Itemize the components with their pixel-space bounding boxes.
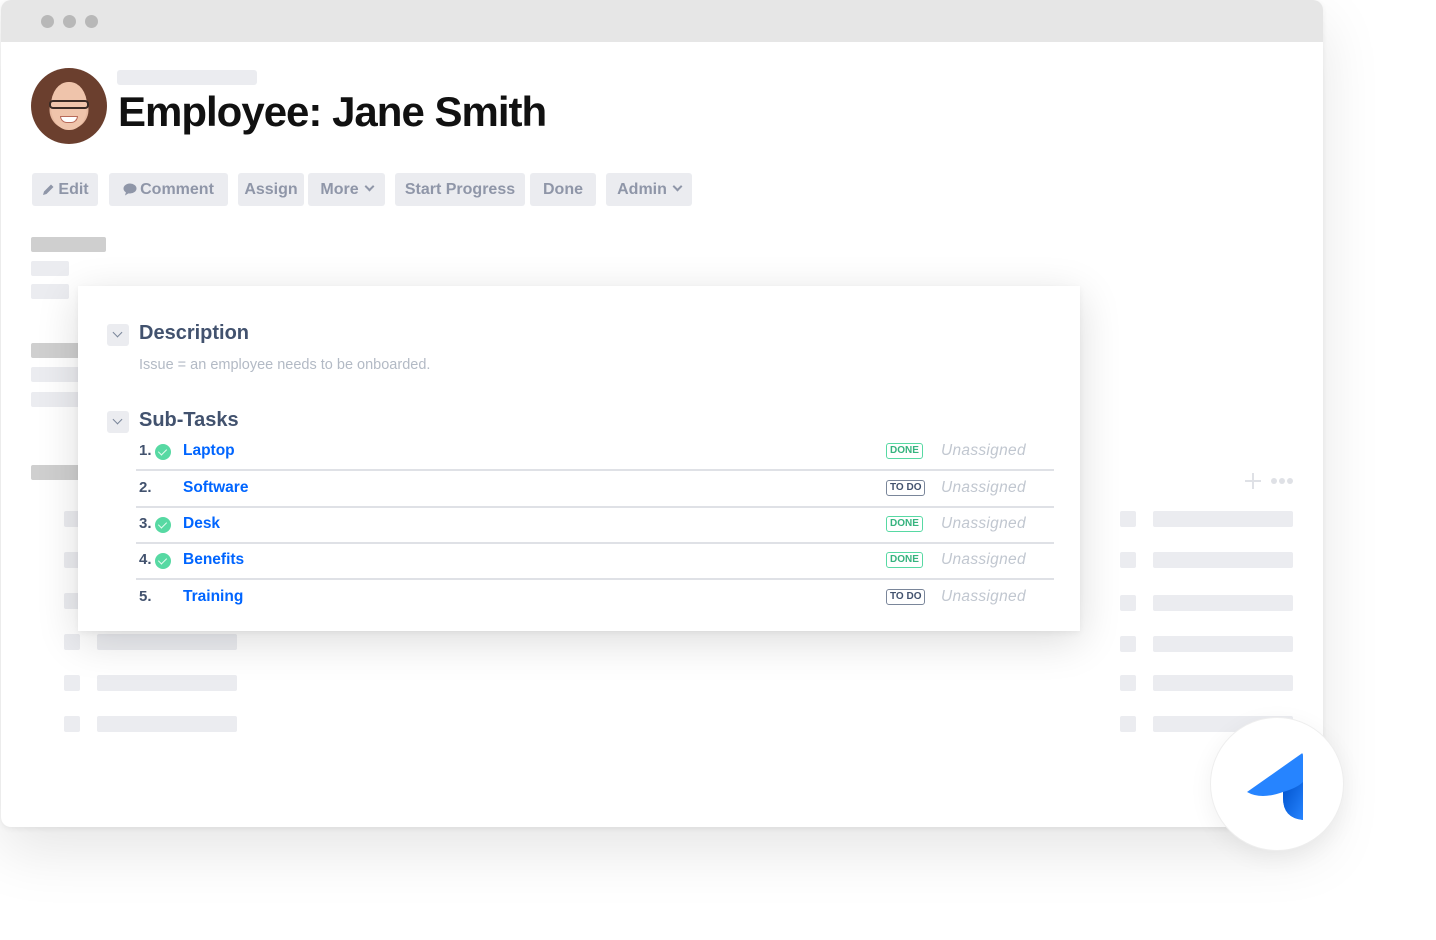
comment-label: Comment	[140, 181, 214, 198]
subtasks-collapse-button[interactable]	[107, 411, 129, 433]
assignee[interactable]: Unassigned	[941, 479, 1026, 497]
subtask-number: 5.	[139, 588, 152, 605]
check-circle-icon	[155, 517, 171, 533]
skeleton-line	[1153, 511, 1293, 527]
comment-button[interactable]: Comment	[109, 173, 228, 206]
assignee[interactable]: Unassigned	[941, 442, 1026, 460]
skeleton-line	[31, 284, 69, 299]
subtask-link[interactable]: Software	[183, 479, 248, 497]
admin-dropdown[interactable]: Admin	[606, 173, 692, 206]
more-dropdown[interactable]: More	[308, 173, 385, 206]
skeleton-line	[1153, 675, 1293, 691]
minimize-window-button[interactable]	[63, 15, 76, 28]
skeleton-checkbox	[64, 716, 80, 732]
subtask-row[interactable]: 5. Training TO DO Unassigned	[136, 581, 1054, 617]
speech-bubble-icon	[123, 183, 137, 196]
skeleton-line	[97, 716, 237, 732]
subtask-row[interactable]: 2. Software TO DO Unassigned	[136, 472, 1054, 508]
assignee[interactable]: Unassigned	[941, 551, 1026, 569]
plus-icon[interactable]	[1245, 473, 1261, 489]
check-circle-icon	[155, 444, 171, 460]
more-label: More	[320, 181, 359, 198]
skeleton-checkbox	[64, 675, 80, 691]
skeleton-checkbox	[64, 634, 80, 650]
skeleton-line	[31, 261, 69, 276]
subtask-number: 2.	[139, 479, 152, 496]
check-circle-icon	[155, 553, 171, 569]
subtask-row[interactable]: 4. Benefits DONE Unassigned	[136, 544, 1054, 580]
admin-label: Admin	[617, 181, 667, 198]
description-heading: Description	[139, 322, 250, 344]
avatar-glasses	[49, 100, 89, 109]
skeleton-heading	[31, 237, 106, 252]
pencil-icon	[43, 184, 54, 195]
skeleton-line	[1153, 636, 1293, 652]
subtask-number: 4.	[139, 551, 152, 568]
breadcrumb-placeholder	[117, 70, 257, 85]
skeleton-checkbox	[1120, 552, 1136, 568]
status-lozenge: DONE	[886, 552, 923, 568]
skeleton-line	[31, 392, 81, 407]
subtasks-heading: Sub-Tasks	[139, 409, 239, 431]
assign-button[interactable]: Assign	[238, 173, 304, 206]
more-icon[interactable]	[1271, 478, 1295, 486]
subtask-link[interactable]: Laptop	[183, 442, 235, 460]
skeleton-line	[97, 634, 237, 650]
skeleton-line	[97, 675, 237, 691]
maximize-window-button[interactable]	[85, 15, 98, 28]
title-bar	[1, 0, 1323, 42]
skeleton-heading	[31, 465, 81, 480]
description-collapse-button[interactable]	[107, 324, 129, 346]
page-title: Employee: Jane Smith	[118, 88, 547, 135]
skeleton-line	[1153, 552, 1293, 568]
description-text: Issue = an employee needs to be onboarde…	[139, 357, 431, 373]
subtask-row[interactable]: 3. Desk DONE Unassigned	[136, 508, 1054, 544]
assignee[interactable]: Unassigned	[941, 588, 1026, 606]
skeleton-line	[1153, 595, 1293, 611]
start-progress-button[interactable]: Start Progress	[395, 173, 525, 206]
skeleton-heading	[31, 343, 81, 358]
chevron-down-icon	[364, 181, 375, 192]
status-lozenge: TO DO	[886, 480, 926, 496]
skeleton-checkbox	[1120, 636, 1136, 652]
subtask-link[interactable]: Training	[183, 588, 243, 606]
chevron-down-icon	[672, 181, 683, 192]
avatar	[31, 68, 107, 144]
close-window-button[interactable]	[41, 15, 54, 28]
assign-label: Assign	[244, 181, 298, 198]
start-progress-label: Start Progress	[404, 181, 516, 198]
skeleton-checkbox	[1120, 716, 1136, 732]
done-button[interactable]: Done	[530, 173, 596, 206]
subtask-number: 1.	[139, 442, 152, 459]
jira-service-management-logo-icon	[1247, 753, 1303, 820]
status-lozenge: DONE	[886, 516, 923, 532]
issue-detail-card: Description Issue = an employee needs to…	[78, 286, 1080, 631]
status-lozenge: DONE	[886, 443, 923, 459]
row-divider	[136, 578, 1054, 580]
logo-badge	[1210, 717, 1344, 851]
assignee[interactable]: Unassigned	[941, 515, 1026, 533]
subtask-row[interactable]: 1. Laptop DONE Unassigned	[136, 435, 1054, 471]
done-label: Done	[543, 181, 583, 198]
subtask-link[interactable]: Desk	[183, 515, 220, 533]
subtask-number: 3.	[139, 515, 152, 532]
edit-label: Edit	[58, 181, 89, 198]
skeleton-line	[31, 367, 81, 382]
subtask-link[interactable]: Benefits	[183, 551, 244, 569]
status-lozenge: TO DO	[886, 589, 926, 605]
row-divider	[136, 469, 1054, 471]
skeleton-checkbox	[1120, 675, 1136, 691]
edit-button[interactable]: Edit	[32, 173, 98, 206]
skeleton-checkbox	[1120, 595, 1136, 611]
skeleton-checkbox	[1120, 511, 1136, 527]
